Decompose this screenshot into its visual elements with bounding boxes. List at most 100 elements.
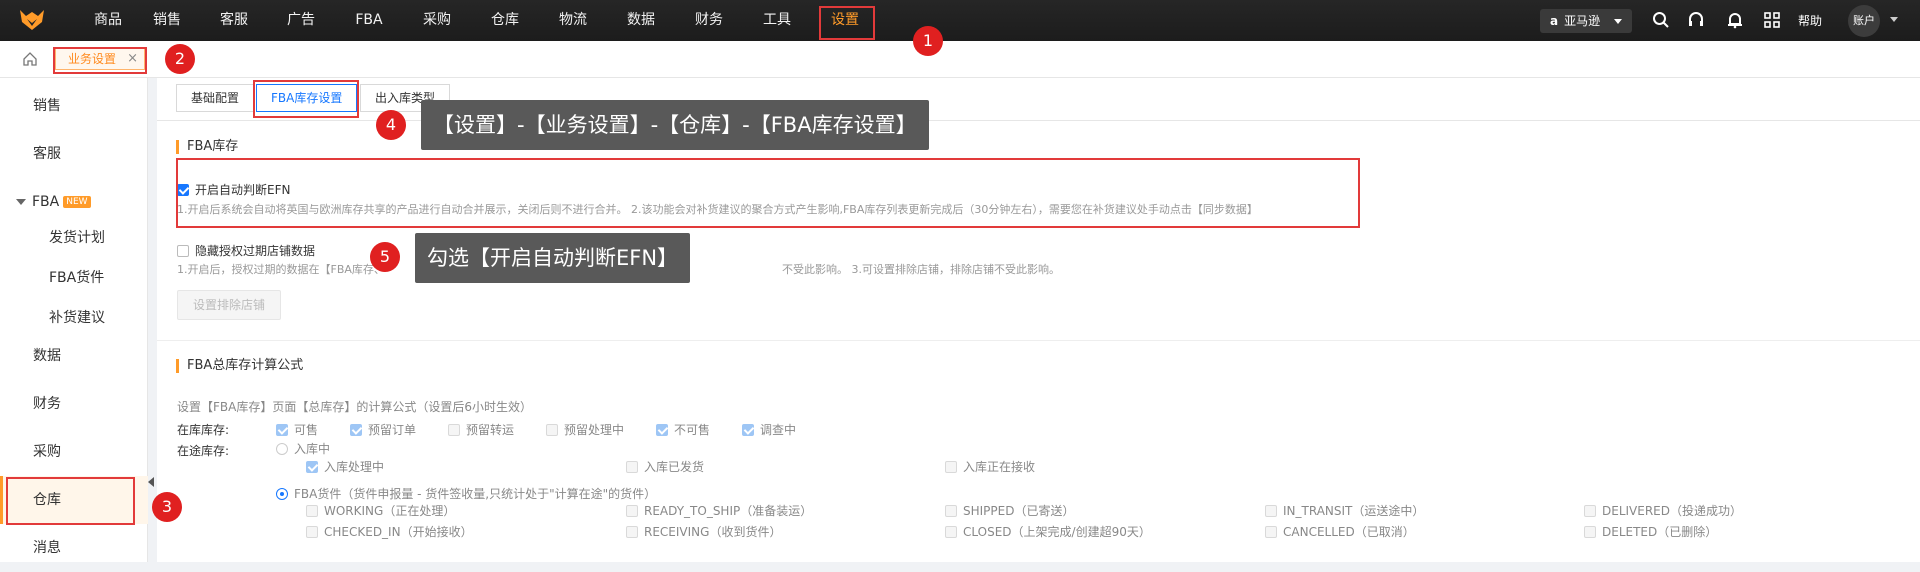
checkbox[interactable] [626, 504, 638, 517]
section-title-fba-inventory: FBA库存 [176, 140, 238, 154]
in-stock-option[interactable]: 不可售 [656, 421, 710, 438]
nav-warehouse[interactable]: 仓库 [477, 0, 533, 41]
in-stock-option[interactable]: 预留处理中 [546, 421, 624, 438]
apps-grid-icon[interactable] [1763, 11, 1781, 29]
checkbox[interactable] [350, 423, 362, 436]
tab-basic-config[interactable]: 基础配置 [176, 84, 255, 112]
nav-customer-service[interactable]: 客服 [206, 0, 262, 41]
checkbox[interactable] [945, 525, 957, 538]
amazon-icon: a [1550, 14, 1559, 28]
radio[interactable] [276, 487, 288, 500]
shipment-status-option[interactable]: CLOSED（上架完成/创建超90天） [945, 523, 1151, 540]
highlight-fba-inventory-tab [253, 80, 359, 118]
highlight-efn-option [176, 158, 1360, 228]
shipment-status-option[interactable]: DELETED（已删除） [1584, 523, 1717, 540]
nav-logistics[interactable]: 物流 [545, 0, 601, 41]
store-selector[interactable]: a 亚马逊 [1540, 9, 1632, 33]
shipment-status-option[interactable]: IN_TRANSIT（运送途中） [1265, 502, 1424, 519]
section-title-fba-total: FBA总库存计算公式 [176, 359, 303, 373]
shipment-status-option[interactable]: DELIVERED（投递成功） [1584, 502, 1742, 519]
sidebar-item-sales[interactable]: 销售 [0, 82, 148, 130]
checkbox[interactable] [1584, 504, 1596, 517]
nav-finance[interactable]: 财务 [681, 0, 737, 41]
hide-expired-description-b: 不受此影响。 3.可设置排除店铺，排除店铺不受此影响。 [782, 263, 1060, 276]
in-stock-option[interactable]: 调查中 [742, 421, 796, 438]
inbound-radio[interactable]: 入库中 [276, 440, 330, 457]
checkbox[interactable] [306, 504, 318, 517]
checkbox[interactable] [1584, 525, 1596, 538]
inbound-option[interactable]: 入库处理中 [306, 458, 384, 475]
shipment-radio[interactable]: FBA货件（货件申报量 - 货件签收量,只统计处于"计算在途"的货件） [276, 485, 656, 502]
search-icon[interactable] [1652, 11, 1670, 29]
option-label: READY_TO_SHIP（准备装运） [644, 504, 813, 518]
checkbox[interactable] [448, 423, 460, 436]
step-badge-5: 5 [370, 242, 400, 272]
option-label: RECEIVING（收到货件） [644, 525, 782, 539]
option-label: 入库正在接收 [963, 460, 1036, 474]
main-content: 基础配置 FBA库存设置 出入库类型 FBA库存 开启自动判断EFN 1.开启后… [157, 78, 1920, 562]
sidebar-item-purchase[interactable]: 采购 [0, 428, 148, 476]
hide-expired-checkbox-row[interactable]: 隐藏授权过期店铺数据 [177, 242, 315, 259]
option-label: WORKING（正在处理） [324, 504, 456, 518]
sidebar-item-finance[interactable]: 财务 [0, 380, 148, 428]
shipment-status-option[interactable]: WORKING（正在处理） [306, 502, 455, 519]
help-link[interactable]: 帮助 [1798, 12, 1822, 29]
checkbox[interactable] [306, 525, 318, 538]
checkbox[interactable] [276, 423, 288, 436]
sidebar-collapse-icon[interactable] [148, 477, 154, 487]
bell-icon[interactable] [1726, 11, 1744, 29]
in-stock-option[interactable]: 预留转运 [448, 421, 514, 438]
hide-expired-checkbox[interactable] [177, 244, 189, 257]
shipment-status-option[interactable]: CHECKED_IN（开始接收） [306, 523, 473, 540]
account-caret-icon[interactable] [1890, 17, 1898, 22]
app-logo-icon[interactable] [18, 8, 46, 32]
nav-fba[interactable]: FBA [341, 0, 397, 41]
checkbox[interactable] [306, 460, 318, 473]
nav-products[interactable]: 商品 [80, 0, 136, 41]
step-badge-3: 3 [152, 492, 182, 522]
set-excluded-stores-button[interactable]: 设置排除店铺 [177, 290, 281, 320]
home-icon[interactable] [22, 51, 38, 67]
option-label: 预留处理中 [564, 423, 625, 437]
nav-sales[interactable]: 销售 [139, 0, 195, 41]
checkbox[interactable] [945, 460, 957, 473]
in-stock-option[interactable]: 预留订单 [350, 421, 416, 438]
checkbox[interactable] [1265, 525, 1277, 538]
shipment-status-option[interactable]: CANCELLED（已取消） [1265, 523, 1415, 540]
step-badge-4: 4 [376, 110, 406, 140]
checkbox[interactable] [945, 504, 957, 517]
inbound-option[interactable]: 入库已发货 [626, 458, 704, 475]
option-label: 可售 [294, 423, 319, 437]
hide-expired-description-a: 1.开启后，授权过期的数据在【FBA库存、 [177, 263, 385, 276]
sidebar-item-data[interactable]: 数据 [0, 332, 148, 380]
checkbox[interactable] [626, 525, 638, 538]
checkbox[interactable] [1265, 504, 1277, 517]
account-avatar[interactable]: 账户 [1848, 5, 1880, 37]
sidebar-item-customer-service[interactable]: 客服 [0, 130, 148, 178]
option-label: CHECKED_IN（开始接收） [324, 525, 473, 539]
in-stock-option[interactable]: 可售 [276, 421, 318, 438]
sidebar-item-messages[interactable]: 消息 [0, 524, 148, 572]
formula-hint: 设置【FBA库存】页面【总库存】的计算公式（设置后6小时生效） [177, 400, 532, 414]
option-label: SHIPPED（已寄送） [963, 504, 1075, 518]
radio-label: 入库中 [294, 442, 331, 456]
nav-data[interactable]: 数据 [613, 0, 669, 41]
nav-purchase[interactable]: 采购 [409, 0, 465, 41]
checkbox[interactable] [546, 423, 558, 436]
option-label: CLOSED（上架完成/创建超90天） [963, 525, 1151, 539]
option-label: CANCELLED（已取消） [1283, 525, 1415, 539]
shipment-status-option[interactable]: READY_TO_SHIP（准备装运） [626, 502, 812, 519]
option-label: 预留订单 [368, 423, 417, 437]
inbound-option[interactable]: 入库正在接收 [945, 458, 1035, 475]
callout-step-5: 勾选【开启自动判断EFN】 [415, 233, 691, 283]
checkbox[interactable] [626, 460, 638, 473]
radio[interactable] [276, 442, 288, 455]
option-label: 不可售 [674, 423, 711, 437]
shipment-status-option[interactable]: SHIPPED（已寄送） [945, 502, 1074, 519]
headset-icon[interactable] [1687, 11, 1705, 29]
checkbox[interactable] [742, 423, 754, 436]
checkbox[interactable] [656, 423, 668, 436]
nav-ads[interactable]: 广告 [273, 0, 329, 41]
shipment-status-option[interactable]: RECEIVING（收到货件） [626, 523, 781, 540]
nav-tools[interactable]: 工具 [749, 0, 805, 41]
